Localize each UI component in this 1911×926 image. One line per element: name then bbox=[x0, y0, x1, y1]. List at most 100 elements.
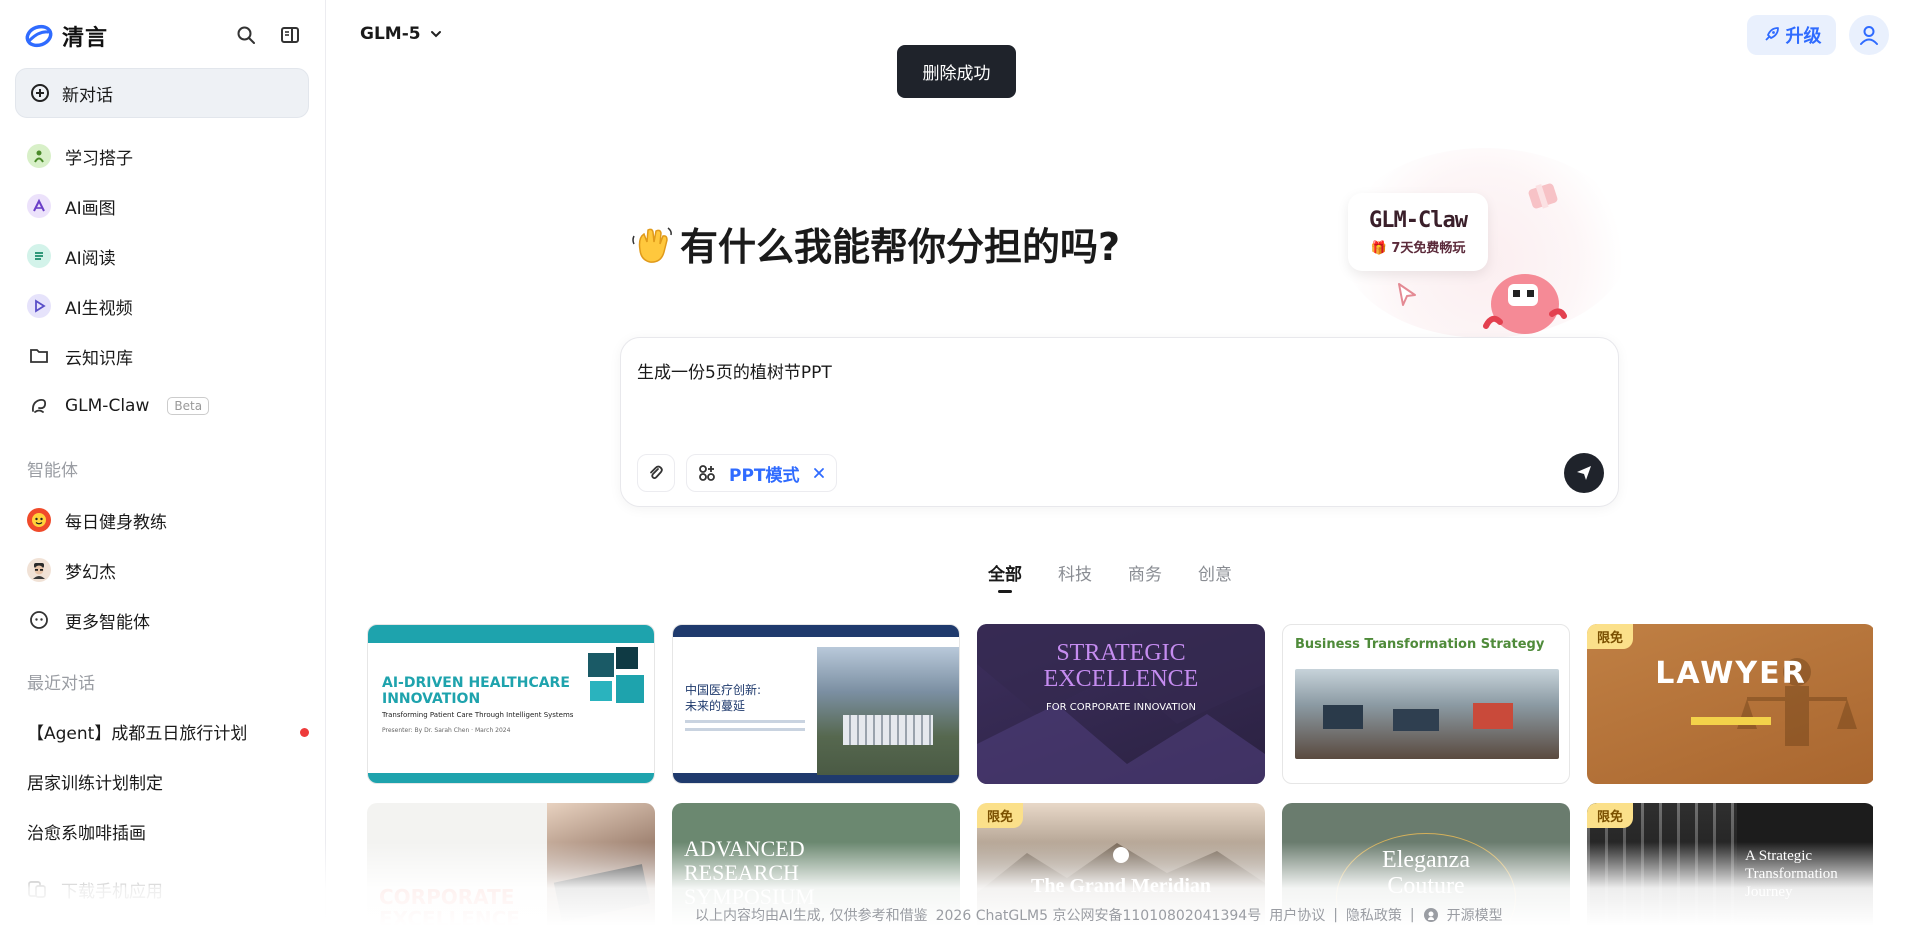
fitness-avatar-icon bbox=[27, 508, 51, 532]
phone-icon bbox=[28, 881, 46, 898]
close-icon[interactable] bbox=[812, 466, 826, 480]
tab-creative[interactable]: 创意 bbox=[1198, 560, 1232, 593]
nav-item-ai-paint[interactable]: AI画图 bbox=[15, 181, 309, 231]
footer-privacy-link[interactable]: 隐私政策 bbox=[1346, 905, 1402, 925]
toggle-sidebar-button[interactable] bbox=[277, 22, 303, 48]
ppt-mode-label: PPT模式 bbox=[729, 465, 800, 486]
search-button[interactable] bbox=[233, 22, 259, 48]
recent-section-title: 最近对话 bbox=[27, 674, 95, 694]
agent-fitness-coach[interactable]: 每日健身教练 bbox=[15, 495, 309, 545]
template-title-line2: EXCELLENCE bbox=[1043, 666, 1199, 692]
template-title: Business Transformation Strategy bbox=[1295, 637, 1545, 652]
template-title: CORPORATE bbox=[379, 885, 515, 909]
template-title: AI-DRIVEN HEALTHCARE INNOVATION bbox=[382, 675, 570, 707]
agent-list: 每日健身教练 梦幻杰 更多智能体 bbox=[15, 495, 309, 645]
recent-item[interactable]: 居家训练计划制定 bbox=[15, 756, 309, 806]
more-agents[interactable]: 更多智能体 bbox=[15, 595, 309, 645]
nav-item-label: GLM-Claw bbox=[65, 396, 150, 416]
template-card-lawyer[interactable]: LAWYER 限免 bbox=[1587, 624, 1873, 784]
apps-icon bbox=[699, 465, 715, 481]
hero-title: 有什么我能帮你分担的吗? bbox=[680, 225, 1121, 269]
download-app-button[interactable]: 下载手机应用 bbox=[15, 864, 309, 914]
user-avatar-button[interactable] bbox=[1849, 15, 1889, 55]
nav-item-study[interactable]: 学习搭子 bbox=[15, 131, 309, 181]
promo-card: GLM-Claw 🎁 7天免费畅玩 bbox=[1348, 193, 1488, 271]
ppt-mode-chip[interactable]: PPT模式 bbox=[686, 454, 837, 492]
sidebar: 清言 新对话 学习搭子 AI画图 AI阅读 AI生视频 云知识库 GLM-Cla… bbox=[0, 0, 326, 926]
nav-item-ai-video[interactable]: AI生视频 bbox=[15, 281, 309, 331]
sidebar-toggle-icon bbox=[281, 27, 299, 43]
nav-item-label: AI画图 bbox=[65, 198, 116, 219]
template-title-line2: Couture bbox=[1387, 873, 1465, 899]
template-card-business[interactable]: Business Transformation Strategy bbox=[1282, 624, 1570, 784]
template-title: A Strategic bbox=[1745, 848, 1813, 864]
upgrade-button[interactable]: 升级 bbox=[1747, 15, 1836, 55]
new-chat-label: 新对话 bbox=[62, 85, 113, 106]
nav-item-label: AI生视频 bbox=[65, 298, 133, 319]
free-badge: 限免 bbox=[977, 803, 1024, 828]
footer-open-source-link[interactable]: 开源模型 bbox=[1447, 905, 1503, 925]
tab-tech[interactable]: 科技 bbox=[1058, 560, 1092, 593]
claw-icon bbox=[27, 394, 51, 418]
agent-label: 梦幻杰 bbox=[65, 562, 116, 583]
model-selector[interactable]: GLM-5 bbox=[360, 24, 443, 44]
composer-input-text[interactable]: 生成一份5页的植树节PPT bbox=[637, 358, 832, 383]
model-name: GLM-5 bbox=[360, 24, 421, 44]
template-card-strategic-journey[interactable]: A Strategic Transformation Journey 限免 bbox=[1587, 803, 1873, 926]
nav-item-knowledge-base[interactable]: 云知识库 bbox=[15, 331, 309, 381]
footer-terms-link[interactable]: 用户协议 bbox=[1269, 905, 1325, 925]
template-tabs: 全部 科技 商务 创意 bbox=[988, 560, 1232, 593]
footer: 以上内容均由AI生成, 仅供参考和借鉴 2026 ChatGLM5 京公网安备1… bbox=[695, 905, 1503, 925]
nav-item-label: 学习搭子 bbox=[65, 148, 133, 169]
nav-item-glm-claw[interactable]: GLM-Claw Beta bbox=[15, 381, 309, 431]
agent-label: 更多智能体 bbox=[65, 612, 150, 633]
beta-badge: Beta bbox=[167, 397, 210, 415]
logo[interactable]: 清言 bbox=[24, 20, 108, 52]
send-button[interactable] bbox=[1564, 453, 1604, 493]
waving-hand-icon bbox=[632, 226, 672, 263]
mascot-icon bbox=[1483, 274, 1567, 334]
template-card-healthcare[interactable]: AI-DRIVEN HEALTHCARE INNOVATION Transfor… bbox=[367, 624, 655, 784]
chat-composer[interactable]: 生成一份5页的植树节PPT PPT模式 bbox=[620, 337, 1619, 507]
template-title: Eleganza bbox=[1382, 847, 1470, 873]
search-icon bbox=[237, 26, 255, 44]
recent-item[interactable]: 治愈系咖啡插画 bbox=[15, 806, 309, 856]
template-card-strategic[interactable]: STRATEGIC EXCELLENCE FOR CORPORATE INNOV… bbox=[977, 624, 1265, 784]
chevron-down-icon bbox=[430, 31, 441, 38]
template-card-china-medical[interactable]: 中国医疗创新: 未来的蔓延 bbox=[672, 624, 960, 784]
template-subtitle: Transforming Patient Care Through Intell… bbox=[382, 711, 574, 719]
download-label: 下载手机应用 bbox=[61, 881, 163, 902]
template-title-line2: Transformation bbox=[1745, 866, 1838, 882]
unread-dot bbox=[300, 728, 309, 737]
logo-text: 清言 bbox=[62, 26, 109, 51]
more-agents-icon bbox=[27, 608, 51, 632]
upgrade-label: 升级 bbox=[1785, 26, 1822, 47]
send-icon bbox=[1577, 466, 1591, 480]
template-title-line2: 未来的蔓延 bbox=[685, 699, 746, 713]
template-title: STRATEGIC bbox=[1056, 640, 1186, 666]
study-icon bbox=[27, 144, 51, 168]
free-badge: 限免 bbox=[1587, 624, 1634, 649]
nav-item-ai-read[interactable]: AI阅读 bbox=[15, 231, 309, 281]
tab-business[interactable]: 商务 bbox=[1128, 560, 1162, 593]
footer-divider: | bbox=[1409, 907, 1415, 923]
new-chat-icon bbox=[31, 84, 49, 102]
recent-item-label: 居家训练计划制定 bbox=[27, 773, 163, 794]
template-title-line3: Journey bbox=[1745, 884, 1793, 900]
template-title-line2: RESEARCH bbox=[684, 860, 799, 885]
paperclip-icon bbox=[650, 465, 663, 480]
attach-button[interactable] bbox=[637, 454, 675, 492]
agent-menghuanjie[interactable]: 梦幻杰 bbox=[15, 545, 309, 595]
cursor-icon bbox=[1398, 283, 1416, 306]
agents-section-title: 智能体 bbox=[27, 461, 78, 481]
glm-claw-promo[interactable]: GLM-Claw 🎁 7天免费畅玩 bbox=[1340, 148, 1630, 338]
footer-copyright: 2026 ChatGLM5 京公网安备11010802041394号 bbox=[935, 908, 1262, 924]
recent-item-label: 【Agent】成都五日旅行计划 bbox=[27, 723, 248, 744]
tab-all[interactable]: 全部 bbox=[988, 560, 1022, 593]
promo-subtitle: 🎁 7天免费畅玩 bbox=[1370, 241, 1466, 256]
new-chat-button[interactable]: 新对话 bbox=[15, 68, 309, 118]
template-card-corporate[interactable]: CORPORATE EXCELLENCE bbox=[367, 803, 655, 926]
nav-item-label: 云知识库 bbox=[65, 348, 133, 369]
footer-notice: 以上内容均由AI生成, 仅供参考和借鉴 bbox=[695, 908, 928, 924]
recent-item[interactable]: 【Agent】成都五日旅行计划 bbox=[15, 706, 309, 756]
